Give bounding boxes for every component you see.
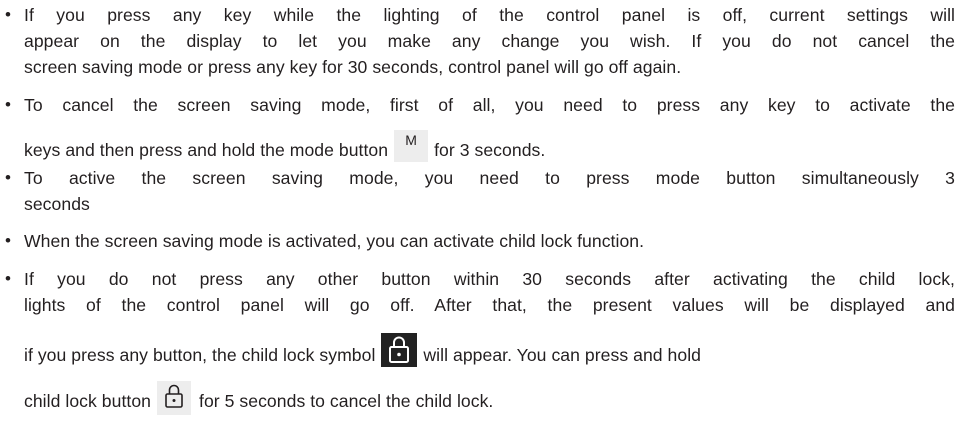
child-lock-button-icon: [157, 381, 192, 415]
list-item-text-with-icon: if you press any button, the child lock …: [24, 333, 956, 367]
list-item-text: lights of the control panel will go off.…: [24, 295, 955, 315]
child-lock-symbol-icon: [381, 333, 418, 367]
list-item-text: To active the screen saving mode, you ne…: [24, 168, 955, 188]
list-item-text: screen saving mode or press any key for …: [24, 57, 682, 77]
list-item-text: for 3 seconds.: [434, 140, 546, 160]
mode-key-label: M: [405, 132, 417, 148]
list-item-text: If you do not press any other button wit…: [24, 269, 955, 289]
mode-key-icon: M: [394, 130, 429, 162]
list-item-text: will appear. You can press and hold: [423, 345, 702, 365]
bullet: •: [5, 269, 11, 288]
list-item-text: seconds: [24, 194, 90, 214]
list-item-text: To cancel the screen saving mode, first …: [24, 95, 955, 115]
bullet: •: [5, 95, 11, 114]
list-item-text: appear on the display to let you make an…: [24, 31, 955, 51]
list-item-text-with-icon: child lock button for 5 seconds to cance…: [24, 381, 956, 415]
bullet: •: [5, 5, 11, 24]
bullet: •: [5, 168, 11, 187]
list-item-text-with-icon: keys and then press and hold the mode bu…: [24, 130, 956, 162]
list-item-text: child lock button: [24, 391, 152, 411]
list-item-text: for 5 seconds to cancel the child lock.: [199, 391, 494, 411]
list-item-text: When the screen saving mode is activated…: [24, 231, 645, 251]
list-item-text: If you press any key while the lighting …: [24, 5, 955, 25]
bullet: •: [5, 231, 11, 250]
list-item-text: if you press any button, the child lock …: [24, 345, 376, 365]
list-item-text: keys and then press and hold the mode bu…: [24, 140, 389, 160]
